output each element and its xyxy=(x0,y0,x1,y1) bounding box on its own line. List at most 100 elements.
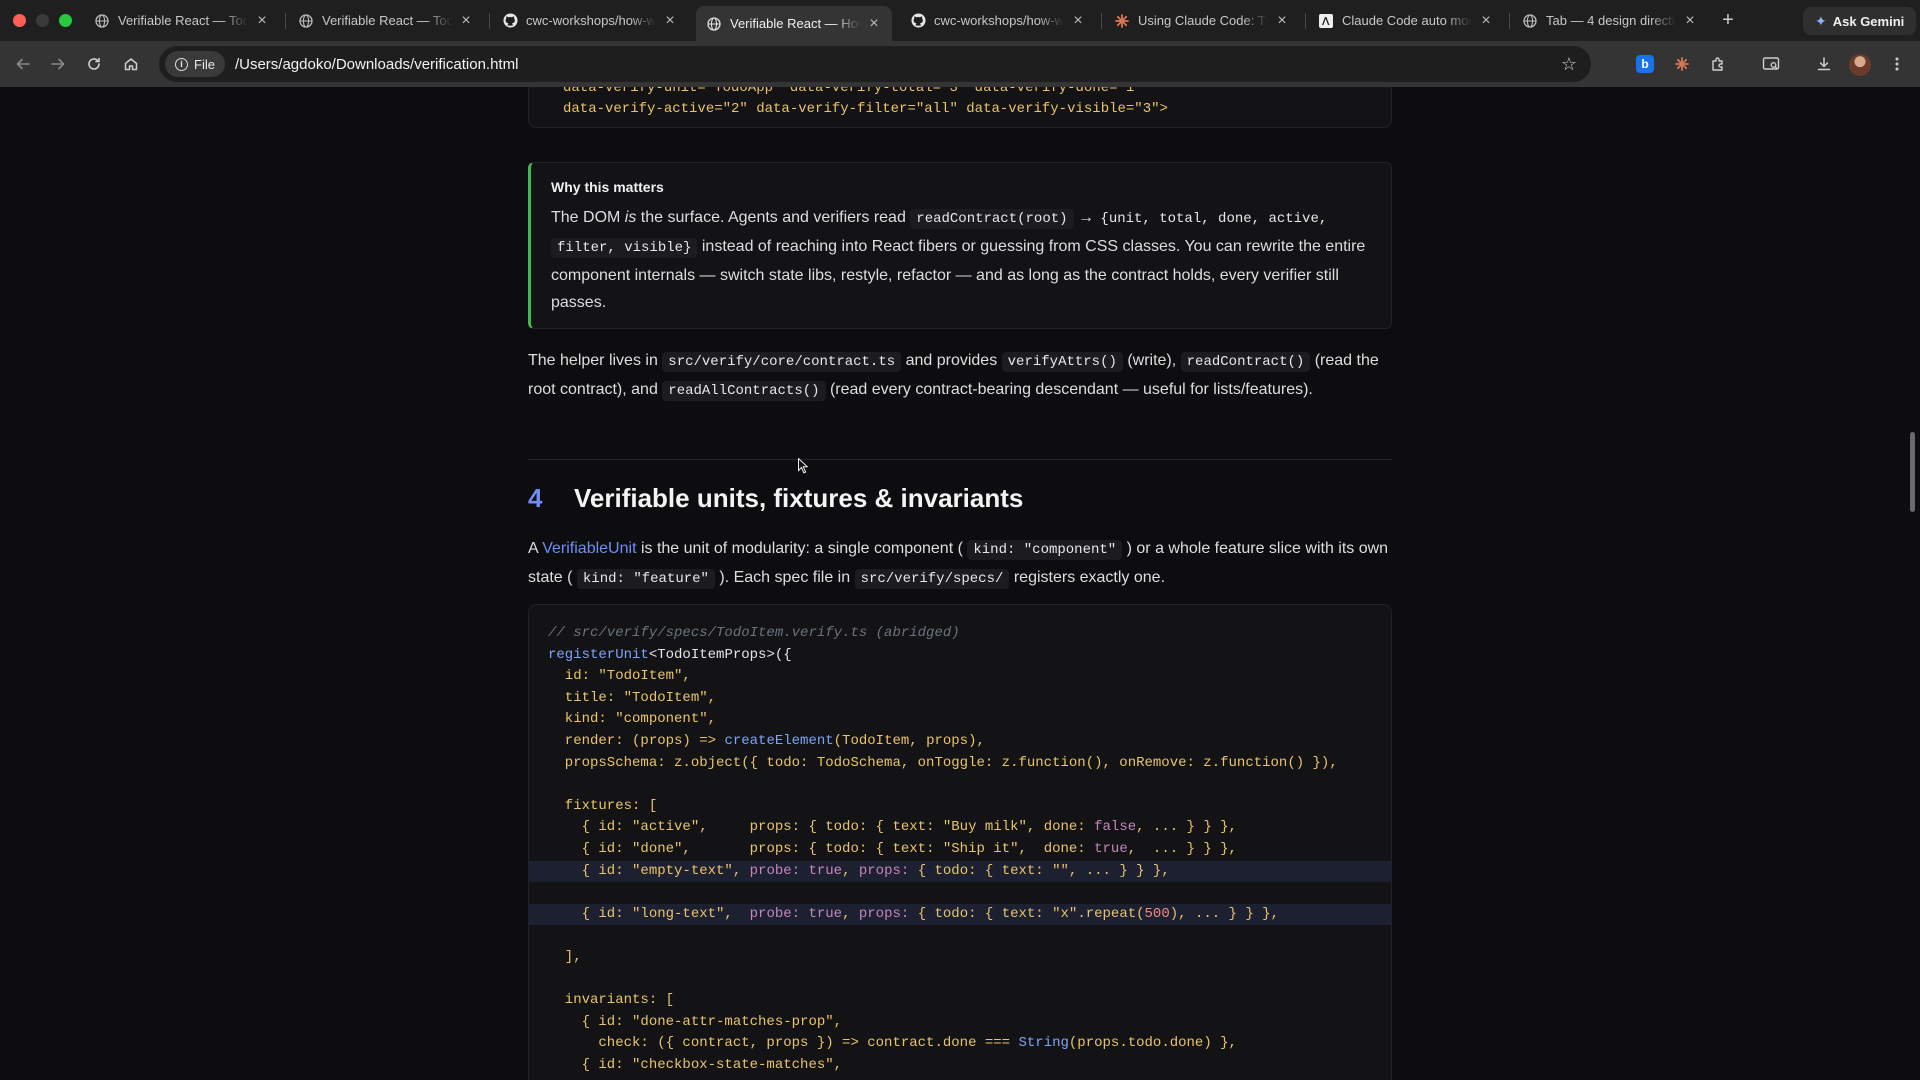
close-tab-icon[interactable]: × xyxy=(1478,12,1494,29)
extensions-puzzle-icon[interactable] xyxy=(1707,53,1729,75)
tab-cwc-workshops-1[interactable]: cwc-workshops/how-w × xyxy=(492,6,688,35)
code-line: invariants: [ xyxy=(548,992,675,1009)
anthropic-icon xyxy=(1318,13,1334,29)
code-line: ], xyxy=(548,948,582,965)
close-tab-icon[interactable]: × xyxy=(458,12,474,29)
close-tab-icon[interactable]: × xyxy=(254,12,270,29)
address-bar[interactable]: i File /Users/agdoko/Downloads/verificat… xyxy=(159,46,1591,82)
bookmark-star-icon[interactable]: ☆ xyxy=(1559,54,1579,74)
tab-verifiable-react-how[interactable]: Verifiable React — How × xyxy=(696,6,892,41)
arrow-right-icon xyxy=(51,58,65,70)
reload-button[interactable] xyxy=(82,52,106,76)
url-text[interactable]: /Users/agdoko/Downloads/verification.htm… xyxy=(235,56,518,73)
inline-code: src/verify/core/contract.ts xyxy=(662,352,902,372)
site-info-label: File xyxy=(194,56,215,72)
tab-title: Verifiable React — Todo xyxy=(322,13,452,28)
inline-code: kind: "feature" xyxy=(576,569,715,589)
inline-code: kind: "component" xyxy=(967,540,1123,560)
code-line: render: (props) => createElement(TodoIte… xyxy=(548,732,985,749)
tab-4-design-directions[interactable]: Tab — 4 design directi × xyxy=(1512,6,1708,35)
gemini-sparkle-icon: ✦ xyxy=(1815,12,1827,29)
inline-code: readAllContracts() xyxy=(662,381,826,401)
globe-icon xyxy=(298,13,314,29)
tab-using-claude-code[interactable]: Using Claude Code: Th × xyxy=(1104,6,1300,35)
tab-title: cwc-workshops/how-w xyxy=(934,13,1064,28)
code-line: { id: "done", props: { todo: { text: "Sh… xyxy=(548,840,1237,857)
code-comment: // src/verify/specs/TodoItem.verify.ts (… xyxy=(548,625,960,641)
tab-separator xyxy=(1101,13,1102,29)
download-icon[interactable] xyxy=(1813,53,1835,75)
reload-icon xyxy=(88,57,100,70)
section-heading: 4 Verifiable units, fixtures & invariant… xyxy=(528,483,1392,514)
verifiable-unit-paragraph: A VerifiableUnit is the unit of modulari… xyxy=(528,540,1389,589)
menu-kebab-icon[interactable] xyxy=(1886,53,1908,75)
globe-icon xyxy=(1522,13,1538,29)
tab-separator xyxy=(489,13,490,29)
tab-title: Verifiable React — How xyxy=(730,16,860,31)
close-tab-icon[interactable]: × xyxy=(1070,12,1086,29)
tab-cwc-workshops-2[interactable]: cwc-workshops/how-w × xyxy=(900,6,1096,35)
mouse-cursor-icon xyxy=(798,458,808,474)
inline-code: readContract(root) xyxy=(910,209,1074,229)
claude-extension-icon[interactable] xyxy=(1671,53,1693,75)
callout-text: The DOM is the surface. Agents and verif… xyxy=(551,209,1366,311)
code-line: propsSchema: z.object({ todo: TodoSchema… xyxy=(548,754,1338,771)
code-line: { id: "done-attr-matches-prop", xyxy=(548,1013,843,1030)
todoitem-spec-code: // src/verify/specs/TodoItem.verify.ts (… xyxy=(528,604,1392,1080)
tab-verifiable-react-todo-1[interactable]: Verifiable React — Todo × xyxy=(84,6,280,35)
tab-title: Verifiable React — Todo xyxy=(118,13,248,28)
close-tab-icon[interactable]: × xyxy=(1274,12,1290,29)
why-this-matters-callout: Why this matters The DOM is the surface.… xyxy=(528,162,1392,329)
close-tab-icon[interactable]: × xyxy=(866,15,882,32)
code-line: check: ({ contract, props }) => contract… xyxy=(548,1035,1237,1052)
globe-icon xyxy=(706,16,722,32)
code-line: data-verify-active="2" data-verify-filte… xyxy=(563,101,1168,117)
tab-title: Tab — 4 design directi xyxy=(1546,13,1675,28)
tab-title: cwc-workshops/how-w xyxy=(526,13,656,28)
claude-icon xyxy=(1114,13,1130,29)
profile-avatar[interactable] xyxy=(1849,54,1871,76)
page-scrollbar-thumb[interactable] xyxy=(1910,432,1915,512)
code-line: registerUnit<TodoItemProps>({ xyxy=(548,646,792,663)
code-line-highlighted: { id: "long-text", probe: true, props: {… xyxy=(529,903,1391,926)
section-number: 4 xyxy=(528,483,543,513)
back-button[interactable] xyxy=(11,52,35,76)
code-line: { id: "checkbox-state-matches", xyxy=(548,1056,843,1073)
tab-title: Using Claude Code: Th xyxy=(1138,13,1268,28)
globe-icon xyxy=(94,13,110,29)
tab-separator xyxy=(285,13,286,29)
code-line: fixtures: [ xyxy=(548,797,658,814)
site-info-chip[interactable]: i File xyxy=(165,51,225,77)
forward-button[interactable] xyxy=(46,52,70,76)
browser-toolbar: i File /Users/agdoko/Downloads/verificat… xyxy=(0,41,1920,87)
arrow-left-icon xyxy=(16,58,30,70)
inline-code: readContract() xyxy=(1180,352,1311,372)
section-divider xyxy=(528,459,1392,460)
minimize-window-button[interactable] xyxy=(36,14,49,27)
close-tab-icon[interactable]: × xyxy=(1682,12,1698,29)
helper-paragraph: The helper lives in src/verify/core/cont… xyxy=(528,352,1379,401)
verifiable-unit-link[interactable]: VerifiableUnit xyxy=(542,540,636,557)
contract-markup-code: data-verify-unit="TodoApp" data-verify-t… xyxy=(528,87,1392,128)
tab-claude-code-auto-mode[interactable]: Claude Code auto mod × xyxy=(1308,6,1504,35)
code-line: { id: "active", props: { todo: { text: "… xyxy=(548,819,1237,836)
new-tab-button[interactable]: + xyxy=(1717,10,1739,32)
page-viewport[interactable]: data-verify-unit="TodoApp" data-verify-t… xyxy=(0,87,1920,1080)
home-button[interactable] xyxy=(119,52,143,76)
tab-separator xyxy=(1305,13,1306,29)
code-line: data-verify-unit="TodoApp" data-verify-t… xyxy=(563,87,1143,96)
code-line: id: "TodoItem", xyxy=(548,668,691,685)
zoom-window-button[interactable] xyxy=(59,14,72,27)
reading-mode-icon[interactable] xyxy=(1760,53,1782,75)
close-tab-icon[interactable]: × xyxy=(662,12,678,29)
ask-gemini-label: Ask Gemini xyxy=(1832,13,1905,29)
tab-verifiable-react-todo-2[interactable]: Verifiable React — Todo × xyxy=(288,6,484,35)
ask-gemini-button[interactable]: ✦ Ask Gemini xyxy=(1803,7,1917,35)
extension-b-icon[interactable]: b xyxy=(1636,55,1654,73)
close-window-button[interactable] xyxy=(13,14,26,27)
inline-code: verifyAttrs() xyxy=(1001,352,1123,372)
